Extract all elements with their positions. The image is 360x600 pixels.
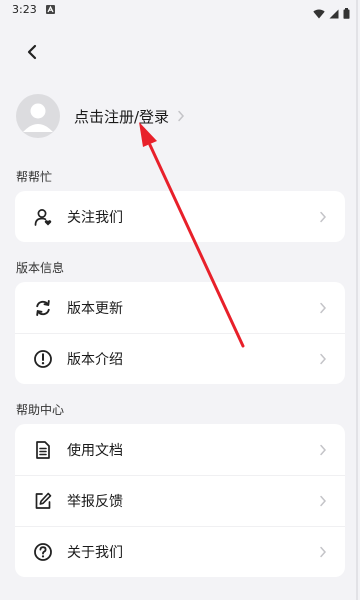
section-title-help-us: 帮帮忙 xyxy=(16,170,53,184)
login-entry[interactable]: 点击注册/登录 xyxy=(16,94,216,138)
battery-icon xyxy=(343,4,350,23)
app-notification-icon xyxy=(46,5,55,14)
wifi-icon xyxy=(313,4,325,23)
menu-item-label: 版本更新 xyxy=(67,300,123,317)
section-card-version-info: 版本更新 版本介绍 xyxy=(15,282,345,384)
menu-item-follow-us[interactable]: 关注我们 xyxy=(15,191,345,242)
settings-page: 3:23 点击注册/登录 帮帮忙 关注我们 版本信息 版本更新 版本介绍 帮助中… xyxy=(0,0,360,600)
menu-item-report-feedback[interactable]: 举报反馈 xyxy=(15,475,345,526)
chevron-right-icon xyxy=(319,444,327,456)
scrollbar[interactable] xyxy=(355,0,359,600)
section-title-help-center: 帮助中心 xyxy=(16,403,65,417)
chevron-right-icon xyxy=(319,495,327,507)
help-circle-icon xyxy=(33,542,53,562)
menu-item-label: 举报反馈 xyxy=(67,493,123,510)
section-card-help-us: 关注我们 xyxy=(15,191,345,242)
menu-item-label: 版本介绍 xyxy=(67,351,123,368)
menu-item-label: 关注我们 xyxy=(67,209,123,226)
signal-icon xyxy=(329,4,339,23)
edit-icon xyxy=(33,491,53,511)
chevron-right-icon xyxy=(319,353,327,365)
menu-item-label: 使用文档 xyxy=(67,442,123,459)
menu-item-label: 关于我们 xyxy=(67,544,123,561)
chevron-right-icon xyxy=(177,110,185,122)
menu-item-version-update[interactable]: 版本更新 xyxy=(15,282,345,333)
login-label[interactable]: 点击注册/登录 xyxy=(74,106,169,127)
refresh-icon xyxy=(33,298,53,318)
section-title-version-info: 版本信息 xyxy=(16,261,65,275)
back-arrow-icon xyxy=(26,44,38,64)
chevron-right-icon xyxy=(319,546,327,558)
menu-item-version-intro[interactable]: 版本介绍 xyxy=(15,333,345,384)
menu-item-about-us[interactable]: 关于我们 xyxy=(15,526,345,577)
status-bar: 3:23 xyxy=(0,0,360,20)
section-card-help-center: 使用文档 举报反馈 关于我们 xyxy=(15,424,345,577)
back-button[interactable] xyxy=(18,42,46,66)
menu-item-user-docs[interactable]: 使用文档 xyxy=(15,424,345,475)
info-circle-icon xyxy=(33,349,53,369)
status-time: 3:23 xyxy=(12,3,37,16)
document-icon xyxy=(33,440,53,460)
chevron-right-icon xyxy=(319,302,327,314)
user-heart-icon xyxy=(33,207,53,227)
status-icons xyxy=(313,4,350,23)
chevron-right-icon xyxy=(319,211,327,223)
default-avatar-icon xyxy=(16,94,60,138)
